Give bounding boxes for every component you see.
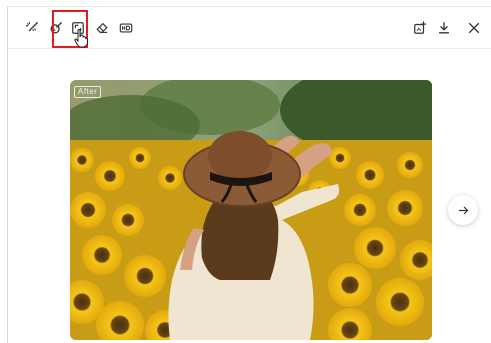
- hd-icon: [119, 23, 133, 33]
- arrow-right-icon: [458, 206, 468, 214]
- close-button[interactable]: [465, 19, 483, 37]
- magic-wand-button[interactable]: [23, 19, 41, 37]
- editor-window: After: [7, 6, 491, 343]
- download-button[interactable]: [435, 19, 453, 37]
- download-icon: [438, 22, 450, 34]
- sunflower-field-photo: [70, 80, 432, 340]
- eraser-button[interactable]: [93, 19, 111, 37]
- retouch-button[interactable]: [47, 19, 65, 37]
- add-image-button[interactable]: [411, 19, 429, 37]
- after-badge: After: [74, 86, 102, 98]
- close-icon: [468, 22, 480, 34]
- crop-expand-button[interactable]: [69, 19, 87, 37]
- hd-button[interactable]: [117, 19, 135, 37]
- next-image-button[interactable]: [448, 195, 478, 225]
- toolbar: [8, 7, 491, 49]
- crop-expand-icon: [72, 22, 84, 34]
- add-image-icon: [414, 21, 427, 34]
- magic-wand-icon: [25, 21, 38, 32]
- preview-image: After: [70, 80, 432, 340]
- retouch-icon: [50, 22, 62, 34]
- eraser-icon: [96, 23, 108, 33]
